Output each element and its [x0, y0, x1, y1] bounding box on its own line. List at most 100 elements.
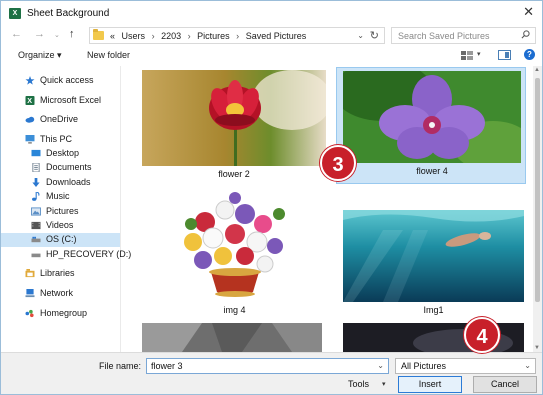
search-placeholder: Search Saved Pictures — [398, 31, 490, 41]
sidebar-item-network[interactable]: Network — [25, 287, 117, 301]
sidebar-item-hp-recovery[interactable]: HP_RECOVERY (D:) — [31, 248, 131, 262]
cloud-icon — [25, 116, 35, 123]
sidebar-item-this-pc[interactable]: This PC — [25, 133, 117, 147]
new-folder-button[interactable]: New folder — [87, 50, 130, 60]
sidebar-item-quick-access[interactable]: Quick access — [25, 74, 117, 88]
homegroup-icon — [25, 309, 34, 318]
sidebar-item-homegroup[interactable]: Homegroup — [25, 307, 117, 321]
file-name-value: flower 3 — [151, 361, 183, 371]
forward-arrow-icon[interactable]: → — [34, 28, 45, 40]
insert-button[interactable]: Insert — [398, 376, 462, 393]
folder-icon — [93, 29, 104, 40]
file-item-img1[interactable]: Img1 — [343, 210, 524, 319]
svg-text:X: X — [27, 96, 32, 105]
file-name-label: File name: — [99, 361, 142, 371]
breadcrumb-2203[interactable]: 2203 — [161, 31, 181, 41]
sidebar-item-music[interactable]: Music — [31, 190, 117, 204]
breadcrumb-separator[interactable]: › — [188, 31, 191, 41]
scroll-up-icon[interactable]: ▲ — [534, 67, 540, 73]
file-item-img-4[interactable]: img 4 — [163, 184, 306, 319]
sidebar-item-microsoft-excel[interactable]: X Microsoft Excel — [25, 94, 117, 108]
breadcrumb: « Users › 2203 › Pictures › Saved Pictur… — [110, 31, 310, 41]
help-icon[interactable]: ? — [524, 49, 535, 60]
navigation-bar: ← → ⌄ ↑ « Users › 2203 › Pictures › Save… — [1, 26, 542, 46]
breadcrumb-separator[interactable]: › — [152, 31, 155, 41]
file-type-value: All Pictures — [401, 361, 447, 371]
sidebar-item-onedrive[interactable]: OneDrive — [25, 113, 117, 127]
file-name: Img1 — [423, 305, 444, 315]
sidebar-item-os-c[interactable]: OS (C:) — [1, 233, 120, 247]
download-icon — [32, 178, 40, 187]
breadcrumb-users[interactable]: Users — [122, 31, 146, 41]
sidebar-item-label: Microsoft Excel — [40, 95, 102, 105]
view-options-dropdown-icon[interactable]: ▾ — [477, 50, 481, 58]
sidebar-item-label: OneDrive — [40, 114, 79, 124]
close-icon[interactable]: ✕ — [523, 4, 534, 20]
pictures-icon — [31, 207, 41, 216]
search-input[interactable]: Search Saved Pictures — [391, 27, 536, 44]
sidebar-item-label: Desktop — [46, 148, 80, 158]
sidebar-item-label: Homegroup — [40, 308, 88, 318]
recent-locations-chevron-icon[interactable]: ⌄ — [54, 31, 60, 39]
sidebar-item-pictures[interactable]: Pictures — [31, 205, 117, 219]
scrollbar-thumb[interactable] — [535, 78, 540, 302]
breadcrumb-pictures[interactable]: Pictures — [197, 31, 230, 41]
drive-icon — [31, 236, 41, 243]
vertical-scrollbar[interactable]: ▲ ▼ — [533, 66, 542, 352]
preview-pane-icon[interactable] — [498, 50, 511, 60]
desktop-icon — [31, 149, 41, 157]
sidebar-item-libraries[interactable]: Libraries — [25, 267, 117, 281]
file-item-flower-2[interactable]: flower 2 — [142, 70, 332, 184]
file-name: flower 2 — [218, 169, 250, 179]
navigation-pane: Quick access X Microsoft Excel OneDrive … — [1, 66, 131, 352]
breadcrumb-saved-pictures[interactable]: Saved Pictures — [246, 31, 307, 41]
sidebar-item-label: Music — [46, 191, 70, 201]
address-bar[interactable]: « Users › 2203 › Pictures › Saved Pictur… — [89, 27, 385, 44]
sidebar-item-videos[interactable]: Videos — [31, 219, 117, 233]
sidebar-item-label: HP_RECOVERY (D:) — [46, 249, 132, 259]
network-icon — [25, 289, 35, 298]
refresh-icon[interactable]: ↻ — [370, 29, 379, 42]
up-arrow-icon[interactable]: ↑ — [69, 28, 75, 40]
file-name-dropdown-icon[interactable]: ⌄ — [377, 361, 384, 370]
file-name-input[interactable]: flower 3 ⌄ — [146, 358, 389, 374]
organize-button[interactable]: Organize ▾ — [18, 50, 62, 61]
sidebar-item-label: Videos — [46, 220, 74, 230]
videos-icon — [31, 221, 41, 230]
sidebar-item-label: This PC — [40, 134, 73, 144]
address-dropdown-icon[interactable]: ⌄ — [357, 31, 364, 40]
sidebar-item-desktop[interactable]: Desktop — [31, 147, 117, 161]
breadcrumb-overflow[interactable]: « — [110, 31, 115, 41]
drive-icon — [31, 253, 41, 258]
tools-dropdown-icon[interactable]: ▾ — [382, 380, 386, 388]
change-view-icon[interactable] — [461, 51, 473, 60]
title-bar: X Sheet Background ✕ — [1, 1, 542, 26]
sidebar-item-label: Downloads — [46, 177, 91, 187]
documents-icon — [32, 163, 40, 172]
tools-button[interactable]: Tools — [348, 379, 369, 389]
dialog-title: Sheet Background — [27, 8, 110, 19]
breadcrumb-separator[interactable]: › — [236, 31, 239, 41]
scroll-down-icon[interactable]: ▼ — [534, 345, 540, 351]
file-name: flower 4 — [416, 166, 448, 176]
file-item-flower-4[interactable]: flower 4 — [336, 67, 526, 184]
file-type-dropdown-icon[interactable]: ⌄ — [524, 361, 531, 370]
excel-icon: X — [25, 96, 35, 105]
file-name: img 4 — [223, 305, 246, 315]
flower-2-thumbnail — [142, 70, 332, 166]
sidebar-item-downloads[interactable]: Downloads — [31, 176, 117, 190]
file-type-select[interactable]: All Pictures ⌄ — [395, 358, 536, 374]
dialog-footer: File name: flower 3 ⌄ All Pictures ⌄ Too… — [1, 352, 542, 394]
sheet-background-dialog: X Sheet Background ✕ ← → ⌄ ↑ « Users › 2… — [0, 0, 543, 395]
sidebar-item-label: Network — [40, 288, 74, 298]
back-arrow-icon[interactable]: ← — [11, 28, 22, 40]
excel-app-icon: X — [9, 8, 21, 19]
cancel-button[interactable]: Cancel — [473, 376, 537, 393]
file-item-partial-1[interactable] — [142, 323, 322, 352]
dialog-content: Quick access X Microsoft Excel OneDrive … — [1, 66, 542, 352]
search-icon[interactable] — [521, 30, 530, 39]
sidebar-item-label: OS (C:) — [46, 234, 77, 244]
music-icon — [32, 192, 40, 201]
sidebar-item-documents[interactable]: Documents — [31, 161, 117, 175]
command-toolbar: Organize ▾ New folder ▾ ? — [1, 46, 542, 66]
